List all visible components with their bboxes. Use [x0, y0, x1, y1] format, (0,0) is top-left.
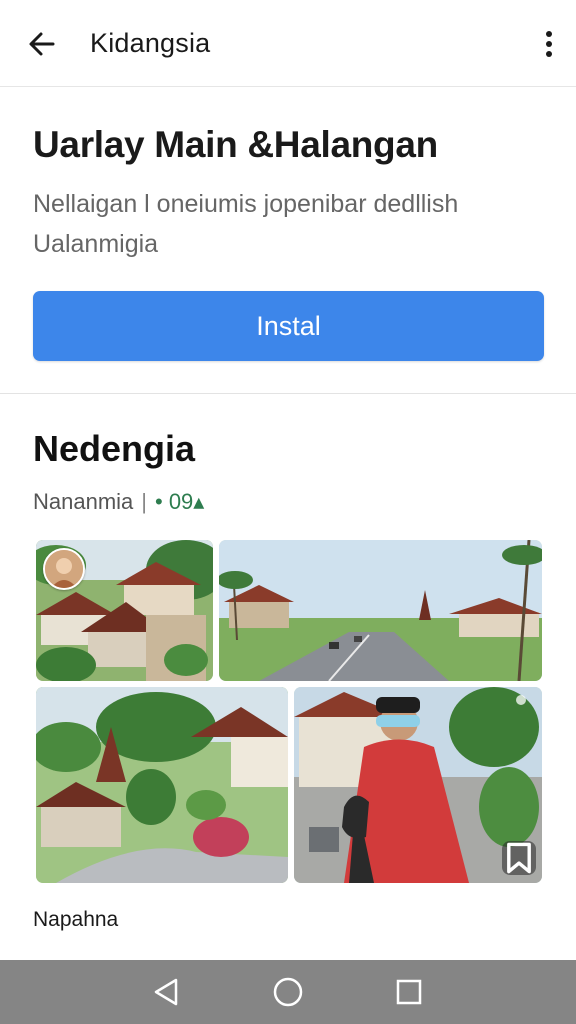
app-bar: Kidangsia: [0, 0, 576, 87]
meta-row: Nananmia | • 09▴: [33, 489, 204, 515]
meta-label: Nananmia: [33, 489, 134, 514]
traditional-buildings-garden-image: [36, 687, 288, 883]
gallery-photo-village-houses[interactable]: [36, 540, 213, 681]
arrow-left-icon: [29, 32, 55, 56]
nav-recents-button[interactable]: [389, 972, 429, 1012]
app-bar-title: Kidangsia: [90, 28, 211, 58]
system-navigation-bar: [0, 960, 576, 1024]
avatar[interactable]: [43, 548, 85, 590]
triangle-back-icon: [154, 978, 178, 1006]
bookmark-icon: [507, 842, 531, 874]
more-vertical-icon: [546, 31, 552, 57]
back-button[interactable]: [22, 24, 62, 64]
more-options-button[interactable]: [538, 24, 560, 64]
meta-rating: • 09▴: [155, 489, 205, 514]
page-indicator-dot: [516, 695, 526, 705]
footer-label: Napahna: [33, 908, 119, 931]
meta-separator: |: [141, 489, 147, 514]
app-info-card: Uarlay Main &Halangan Nellaigan l oneium…: [0, 88, 576, 394]
install-button[interactable]: Instal: [33, 291, 544, 361]
road-palm-trees-image: [219, 540, 542, 681]
section-title: Nedengia: [33, 428, 196, 469]
app-description: Nellaigan l oneiumis jopenibar dedllish …: [33, 190, 459, 258]
app-title: Uarlay Main &Halangan: [33, 124, 438, 165]
photo-gallery: [36, 540, 542, 883]
gallery-photo-road[interactable]: [219, 540, 542, 681]
nav-home-button[interactable]: [268, 972, 308, 1012]
square-recents-icon: [396, 979, 422, 1005]
screen: Kidangsia Uarlay Main &Halangan Nellaiga…: [0, 0, 576, 1024]
nav-back-button[interactable]: [146, 972, 186, 1012]
circle-home-icon: [273, 977, 303, 1007]
gallery-photo-person[interactable]: [294, 687, 542, 883]
bookmark-button[interactable]: [502, 841, 536, 875]
gallery-photo-garden[interactable]: [36, 687, 288, 883]
